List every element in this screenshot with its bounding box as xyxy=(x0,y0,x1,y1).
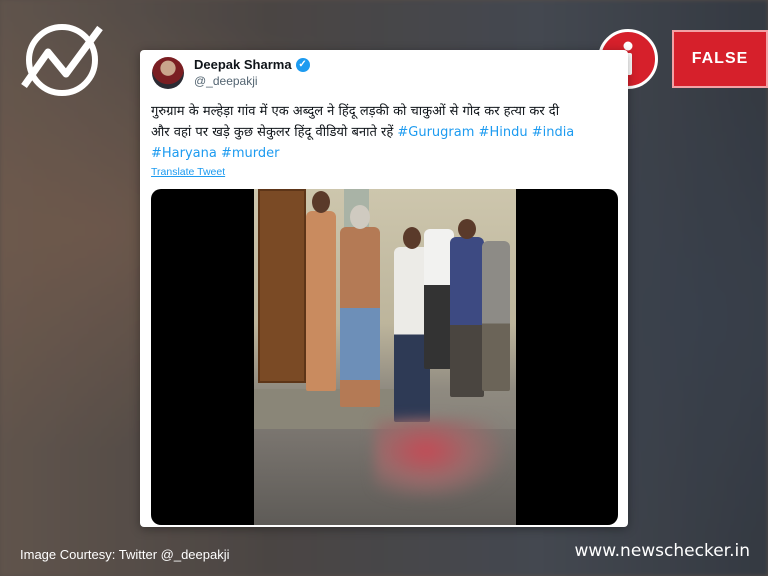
person-head xyxy=(458,219,476,239)
door xyxy=(258,189,306,383)
newschecker-logo-icon xyxy=(20,18,104,102)
verdict-badge: FALSE xyxy=(672,30,768,88)
translate-tweet-link[interactable]: Translate Tweet xyxy=(151,166,225,178)
hashtag-link[interactable]: #india xyxy=(532,125,575,140)
blurred-region xyxy=(374,419,504,499)
person-head xyxy=(403,227,421,249)
hashtag-link[interactable]: #Gurugram xyxy=(397,125,474,140)
tweet-author: Deepak Sharma ✓ @_deepakji xyxy=(194,57,310,88)
person-head xyxy=(350,205,370,229)
person-figure xyxy=(306,211,336,391)
tweet-card: Deepak Sharma ✓ @_deepakji गुरुग्राम के … xyxy=(140,50,628,527)
hashtag-link[interactable]: #Hindu xyxy=(479,125,528,140)
avatar[interactable] xyxy=(152,57,184,89)
person-figure xyxy=(340,227,380,407)
verified-badge-icon: ✓ xyxy=(295,57,310,72)
video-frame xyxy=(254,189,516,525)
tweet-text-line1: गुरुग्राम के मल्हेड़ा गांव में एक अब्दुल… xyxy=(151,104,560,119)
person-head xyxy=(312,191,330,213)
author-name[interactable]: Deepak Sharma xyxy=(194,57,292,72)
site-url[interactable]: www.newschecker.in xyxy=(574,541,750,561)
tweet-text-line2: और वहां पर खड़े कुछ सेकुलर हिंदू वीडियो … xyxy=(151,125,394,140)
hashtag-link[interactable]: #Haryana xyxy=(151,146,217,161)
person-figure xyxy=(482,241,510,391)
person-figure xyxy=(450,237,484,397)
author-handle[interactable]: @_deepakji xyxy=(194,74,310,88)
image-courtesy: Image Courtesy: Twitter @_deepakji xyxy=(20,547,230,562)
hashtag-link[interactable]: #murder xyxy=(221,146,280,161)
tweet-video[interactable] xyxy=(151,189,618,525)
tweet-text: गुरुग्राम के मल्हेड़ा गांव में एक अब्दुल… xyxy=(151,101,619,164)
